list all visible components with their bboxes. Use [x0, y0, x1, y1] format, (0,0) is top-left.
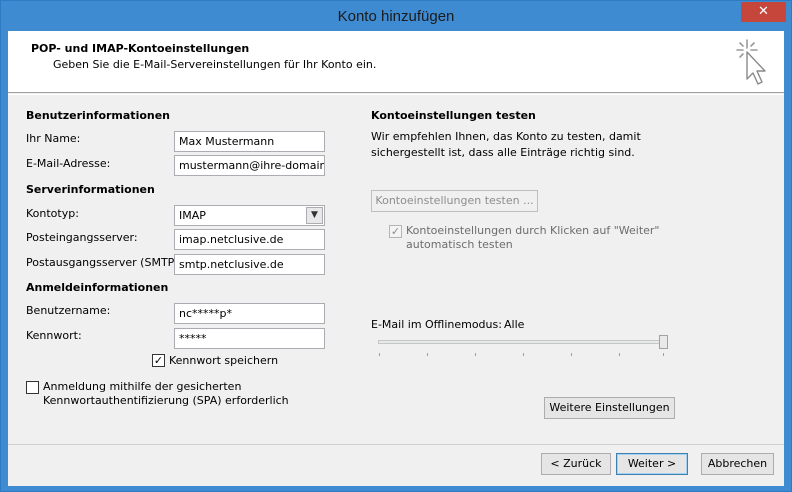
more-settings-button[interactable]: Weitere Einstellungen	[544, 397, 675, 419]
remember-password-checkbox[interactable]: ✓	[152, 354, 165, 367]
auto-test-label-line1[interactable]: Kontoeinstellungen durch Klicken auf "We…	[406, 224, 660, 237]
account-type-value: IMAP	[179, 209, 206, 222]
name-label: Ihr Name:	[26, 132, 81, 145]
offline-mode-label: E-Mail im Offlinemodus:	[371, 318, 502, 331]
slider-tick	[571, 353, 572, 356]
close-button[interactable]: ✕	[741, 2, 786, 22]
incoming-server-field[interactable]: imap.netclusive.de	[174, 229, 325, 250]
page-subtitle: Geben Sie die E-Mail-Servereinstellungen…	[53, 58, 377, 71]
email-label: E-Mail-Adresse:	[26, 157, 111, 170]
dialog-window: Konto hinzufügen ✕ POP- und IMAP-Kontoei…	[0, 0, 792, 492]
slider-tick	[523, 353, 524, 356]
username-label: Benutzername:	[26, 304, 111, 317]
chevron-down-icon[interactable]: ▼	[306, 207, 323, 224]
spa-label-line2[interactable]: Kennwortauthentifizierung (SPA) erforder…	[43, 394, 289, 407]
next-button[interactable]: Weiter >	[616, 453, 688, 475]
offline-mode-slider-track[interactable]	[378, 340, 666, 344]
slider-tick	[619, 353, 620, 356]
incoming-server-label: Posteingangsserver:	[26, 231, 138, 244]
slider-tick	[379, 353, 380, 356]
footer-divider	[8, 444, 784, 445]
auto-test-label-line2[interactable]: automatisch testen	[406, 238, 513, 251]
spa-checkbox[interactable]	[26, 381, 39, 394]
name-field[interactable]: Max Mustermann	[174, 131, 325, 152]
offline-mode-value: Alle	[504, 318, 525, 331]
title-bar[interactable]: Konto hinzufügen ✕	[1, 1, 791, 31]
password-field[interactable]: *****	[174, 328, 325, 349]
back-button[interactable]: < Zurück	[541, 453, 611, 475]
login-info-heading: Anmeldeinformationen	[26, 281, 169, 294]
offline-mode-slider-thumb[interactable]	[659, 335, 668, 349]
slider-tick	[475, 353, 476, 356]
test-desc-line2: sichergestellt ist, dass alle Einträge r…	[371, 146, 635, 159]
dialog-header: POP- und IMAP-Kontoeinstellungen Geben S…	[8, 31, 784, 93]
slider-tick	[663, 353, 664, 356]
username-field[interactable]: nc*****p*	[174, 303, 325, 324]
outgoing-server-label: Postausgangsserver (SMTP):	[26, 256, 183, 269]
server-info-heading: Serverinformationen	[26, 183, 155, 196]
account-type-select[interactable]: IMAP ▼	[174, 205, 325, 226]
slider-tick	[427, 353, 428, 356]
test-desc-line1: Wir empfehlen Ihnen, das Konto zu testen…	[371, 130, 641, 143]
cursor-sparkle-icon	[736, 39, 766, 85]
header-divider	[8, 94, 784, 95]
email-field[interactable]: mustermann@ihre-domain.de	[174, 155, 325, 176]
account-type-label: Kontotyp:	[26, 207, 79, 220]
page-title: POP- und IMAP-Kontoeinstellungen	[31, 42, 250, 55]
password-label: Kennwort:	[26, 329, 82, 342]
test-settings-heading: Kontoeinstellungen testen	[371, 109, 536, 122]
cancel-button[interactable]: Abbrechen	[701, 453, 774, 475]
window-title: Konto hinzufügen	[337, 8, 455, 25]
remember-password-label[interactable]: Kennwort speichern	[169, 354, 278, 367]
user-info-heading: Benutzerinformationen	[26, 109, 171, 122]
test-settings-button[interactable]: Kontoeinstellungen testen ...	[371, 190, 538, 212]
auto-test-checkbox[interactable]: ✓	[389, 225, 402, 238]
outgoing-server-field[interactable]: smtp.netclusive.de	[174, 254, 325, 275]
spa-label-line1[interactable]: Anmeldung mithilfe der gesicherten	[43, 380, 241, 393]
